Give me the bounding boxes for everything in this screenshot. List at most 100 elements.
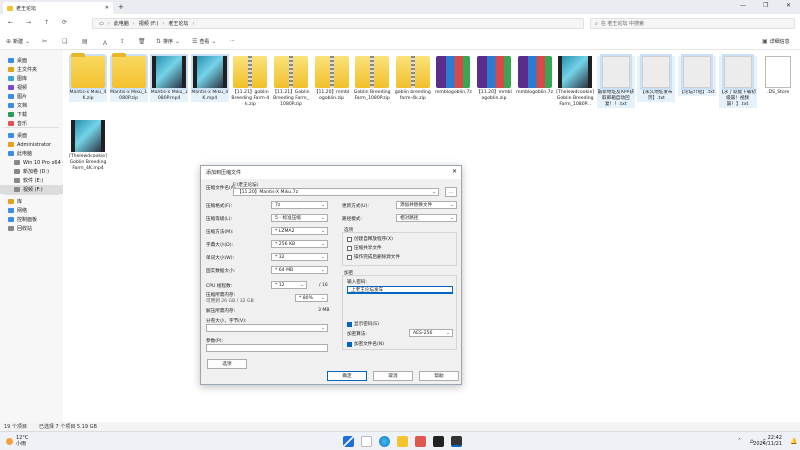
file-item[interactable]: [Thelewdcookie] Goblin Breeding Farm_108…	[556, 56, 594, 108]
encryption-method-select[interactable]: AES-256 ⌄	[409, 329, 453, 337]
edge-icon[interactable]	[379, 436, 390, 447]
sidebar-item[interactable]: 文档	[8, 101, 63, 110]
up-arrow-icon[interactable]: ↑	[44, 19, 49, 26]
file-item[interactable]: Mantis-x Miku_4K.zip	[69, 53, 107, 102]
file-item[interactable]: Mantis-x Miku_1080P.mp4	[150, 54, 189, 102]
file-item[interactable]: 【11.20】mmblogoblin.zip	[313, 56, 351, 102]
sidebar-item[interactable]: 视频	[8, 83, 63, 92]
app-icon[interactable]	[415, 436, 426, 447]
minimize-button[interactable]: —	[740, 2, 746, 9]
sidebar-item[interactable]: 软件 (E:)	[14, 176, 69, 185]
view-button[interactable]: ☰ 查看 ⌄	[192, 38, 216, 45]
sidebar-item[interactable]: 此电脑	[8, 149, 63, 158]
help-button[interactable]: 帮助	[419, 371, 459, 381]
file-item[interactable]: 【论坛介绍】.txt	[678, 54, 716, 96]
breadcrumb-pc[interactable]: 此电脑	[114, 20, 129, 27]
file-item[interactable]: mmblogoblin.7z	[516, 56, 554, 96]
notification-bell-icon[interactable]: 🔔	[790, 438, 797, 445]
file-item[interactable]: 【11.21】goblin Breeding Farm-4k.zip	[231, 56, 269, 108]
paste-icon[interactable]: ▤	[82, 38, 88, 45]
show-password-checkbox[interactable]: 显示密码(S)	[347, 321, 379, 327]
cpu-select[interactable]: * 12 ⌄	[271, 281, 307, 289]
new-button[interactable]: ⊕ 新建 ⌄	[6, 38, 30, 45]
sidebar-item[interactable]: 桌面	[8, 131, 63, 140]
level-select[interactable]: 5 - 标准压缩 ⌄	[271, 214, 328, 222]
sidebar-item[interactable]: 桌面	[8, 56, 63, 65]
details-button[interactable]: ▣ 详细信息	[762, 38, 790, 45]
search-taskbar-icon[interactable]	[361, 436, 372, 447]
clock[interactable]: 22:42 2024/11/21	[753, 435, 782, 447]
close-tab-icon[interactable]: ✕	[105, 5, 109, 11]
delete-after-checkbox[interactable]: 操作完成后删除源文件	[347, 254, 400, 260]
password-input[interactable]: 上老王论坛发车	[347, 286, 453, 294]
tab-explorer[interactable]: 老王论坛 ✕	[3, 2, 113, 14]
weather-widget[interactable]: 12°C 小雨	[6, 435, 28, 447]
split-select[interactable]: ⌄	[206, 324, 328, 332]
breadcrumb-drive[interactable]: 视频 (F:)	[139, 20, 159, 27]
file-item[interactable]: goblin breeding farm-4k.zip	[394, 56, 432, 102]
sidebar-item[interactable]: 图库	[8, 74, 63, 83]
rename-icon[interactable]: Ａ	[102, 38, 108, 47]
file-item[interactable]: 【11.20】mmblogoblin.zip	[475, 56, 513, 102]
solid-select[interactable]: * 64 MB ⌄	[271, 266, 328, 274]
file-item[interactable]: 【求了就能下载初级篇！视频篇！】.txt	[718, 54, 757, 108]
mem-select[interactable]: * 80% ⌄	[295, 294, 328, 302]
copy-icon[interactable]: ❏	[62, 38, 67, 45]
address-bar[interactable]: ▭ › 此电脑 › 视频 (F:) › 老王论坛 ›	[92, 18, 584, 29]
sidebar-item[interactable]: Administrator	[8, 140, 63, 149]
sidebar-item[interactable]: 回收站	[8, 224, 63, 233]
method-select[interactable]: * LZMA2 ⌄	[271, 227, 328, 235]
sort-button[interactable]: ⇅ 排序 ⌄	[156, 38, 180, 45]
close-icon[interactable]: ✕	[452, 168, 457, 175]
word-select[interactable]: * 32 ⌄	[271, 253, 328, 261]
maximize-button[interactable]: ❐	[763, 2, 768, 9]
file-item[interactable]: Mantis-x Miku_4K.mp4	[190, 54, 229, 102]
sidebar-item[interactable]: 网络	[8, 206, 63, 215]
refresh-icon[interactable]: ⟳	[62, 19, 67, 26]
sidebar-item[interactable]: 新加卷 (D:)	[14, 167, 69, 176]
path-select[interactable]: 相对路径 ⌄	[396, 214, 457, 222]
forward-arrow-icon[interactable]: →	[26, 19, 31, 26]
sidebar-item[interactable]: 主文件夹	[8, 65, 63, 74]
file-item[interactable]: 【11.21】Goblin Breeding Farm_1080P.zip	[272, 56, 310, 108]
browse-button[interactable]: ...	[445, 187, 457, 197]
sfx-checkbox[interactable]: 创建自释放程序(X)	[347, 236, 393, 242]
shared-checkbox[interactable]: 压缩共享文件	[347, 245, 382, 251]
cancel-button[interactable]: 取消	[373, 371, 413, 381]
search-input[interactable]: ⌕ 在 老王论坛 中搜索	[590, 18, 795, 29]
ok-button[interactable]: 确定	[327, 371, 367, 381]
capcut-icon[interactable]	[433, 436, 444, 447]
sidebar-item[interactable]: Win 10 Pro x64 (	[14, 158, 69, 167]
delete-icon[interactable]: 🗑	[138, 38, 146, 45]
close-window-button[interactable]: ✕	[786, 2, 791, 9]
new-tab-button[interactable]: +	[118, 3, 124, 11]
back-arrow-icon[interactable]: ←	[8, 19, 13, 26]
file-item[interactable]: 最新地址及APP获取邮箱自动回复！！.txt	[596, 54, 635, 108]
sidebar-item[interactable]: 下载	[8, 110, 63, 119]
sidebar-item[interactable]: 图片	[8, 92, 63, 101]
start-icon[interactable]	[343, 436, 354, 447]
encrypt-names-checkbox[interactable]: 加密文件名(N)	[347, 341, 384, 347]
options-button[interactable]: 选项	[207, 359, 247, 369]
file-item[interactable]: Mantis-x Miku_1080P.zip	[109, 53, 148, 102]
dict-select[interactable]: * 256 KB ⌄	[271, 240, 328, 248]
params-input[interactable]	[206, 344, 328, 352]
file-item[interactable]: .DS_Store	[759, 56, 797, 96]
more-button[interactable]: ···	[230, 38, 235, 44]
file-explorer-icon[interactable]	[397, 436, 408, 447]
file-item[interactable]: 【永久地址发布页】.txt	[637, 54, 676, 102]
file-item[interactable]: mmblogoblin.7z	[434, 56, 472, 96]
breadcrumb-folder[interactable]: 老王论坛	[168, 20, 188, 27]
7zip-taskbar-icon[interactable]	[451, 436, 462, 447]
file-item[interactable]: Goblin Breeding Farm_1080P.zip	[353, 56, 391, 102]
file-item[interactable]: [Thelewdcookie] Goblin Breeding Farm_4K.…	[69, 120, 107, 172]
update-select[interactable]: 添加并替换文件 ⌄	[396, 201, 457, 209]
chevron-up-icon[interactable]: ˄	[738, 438, 741, 445]
sidebar-item[interactable]: 库	[8, 197, 63, 206]
cut-icon[interactable]: ✂	[42, 38, 47, 45]
format-select[interactable]: 7z ⌄	[271, 201, 328, 209]
sidebar-item[interactable]: 视频 (F:)	[0, 185, 63, 194]
share-icon[interactable]: ⇪	[120, 38, 125, 45]
sidebar-item[interactable]: 控制面板	[8, 215, 63, 224]
archive-name-field[interactable]: 【11.20】Mantis-X Miku.7z ⌄	[233, 188, 439, 196]
